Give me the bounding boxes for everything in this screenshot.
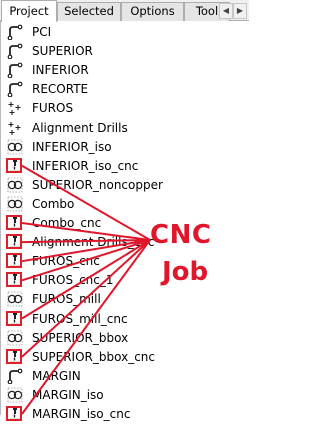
highlight-box bbox=[6, 406, 22, 421]
tree-item-label: FUROS_cnc_1 bbox=[32, 273, 114, 288]
gerber-icon bbox=[7, 62, 23, 79]
tree-item-label: FUROS bbox=[32, 101, 74, 116]
tab-selected[interactable]: Selected bbox=[57, 2, 121, 21]
gerber-icon bbox=[7, 43, 23, 60]
tree-item-label: FUROS_mill bbox=[32, 292, 101, 307]
tree-item-label: Alignment Drills_cnc bbox=[32, 235, 155, 250]
tree-item-label: INFERIOR_iso_cnc bbox=[32, 158, 139, 173]
highlight-box bbox=[6, 310, 22, 326]
tree-item-label: SUPERIOR bbox=[32, 44, 93, 59]
annotation-text-cnc: CNC bbox=[150, 220, 212, 250]
tab-options[interactable]: Options bbox=[121, 2, 184, 21]
highlight-box bbox=[6, 348, 22, 364]
geometry-icon bbox=[7, 291, 23, 307]
tree-item-label: Combo bbox=[32, 196, 75, 211]
tab-project[interactable]: Project bbox=[1, 0, 57, 22]
geometry-icon bbox=[7, 330, 23, 346]
tree-item-label: MARGIN_iso bbox=[32, 387, 104, 402]
tree-item-label: FUROS_mill_cnc bbox=[32, 311, 128, 326]
geometry-icon bbox=[7, 139, 23, 155]
gerber-icon bbox=[7, 81, 23, 98]
tree-item-label: SUPERIOR_bbox bbox=[32, 330, 129, 345]
geometry-icon bbox=[7, 196, 23, 212]
tree-item-label: MARGIN bbox=[32, 368, 81, 383]
annotation-text-job: Job bbox=[162, 257, 209, 287]
tree-item-label: SUPERIOR_bbox_cnc bbox=[32, 349, 155, 364]
highlight-box bbox=[6, 157, 22, 173]
gerber-icon bbox=[7, 368, 23, 385]
tree-item-label: SUPERIOR_noncopper bbox=[32, 177, 163, 192]
tree-item-label: MARGIN_iso_cnc bbox=[32, 407, 131, 421]
geometry-icon bbox=[7, 387, 23, 403]
drills-icon bbox=[7, 120, 23, 136]
tree-item-label: Combo_cnc bbox=[32, 216, 102, 230]
gerber-icon bbox=[7, 24, 23, 41]
tree-item-label: RECORTE bbox=[32, 82, 89, 97]
tree-item-label: INFERIOR_iso bbox=[32, 139, 112, 154]
highlight-box bbox=[6, 272, 22, 288]
drills-icon bbox=[7, 100, 23, 116]
tab-scroll-left-button[interactable]: ◀ bbox=[219, 3, 233, 19]
highlight-box bbox=[6, 253, 22, 269]
geometry-icon bbox=[7, 177, 23, 193]
tree-item-label: INFERIOR bbox=[32, 63, 89, 78]
highlight-box bbox=[6, 234, 22, 250]
tree-item-label: Alignment Drills bbox=[32, 120, 128, 135]
tree-item-label: PCI bbox=[32, 25, 52, 39]
highlight-box bbox=[6, 215, 22, 230]
project-tree[interactable]: PCI SUPERIOR INFERIOR RECORTE FUROS Alignment… bbox=[0, 21, 249, 421]
tree-item-label: FUROS_cnc bbox=[32, 254, 100, 269]
tab-scroll-right-button[interactable]: ▶ bbox=[233, 3, 247, 19]
tab-bar: Project Selected Options Tool ◀ ▶ bbox=[0, 0, 249, 22]
